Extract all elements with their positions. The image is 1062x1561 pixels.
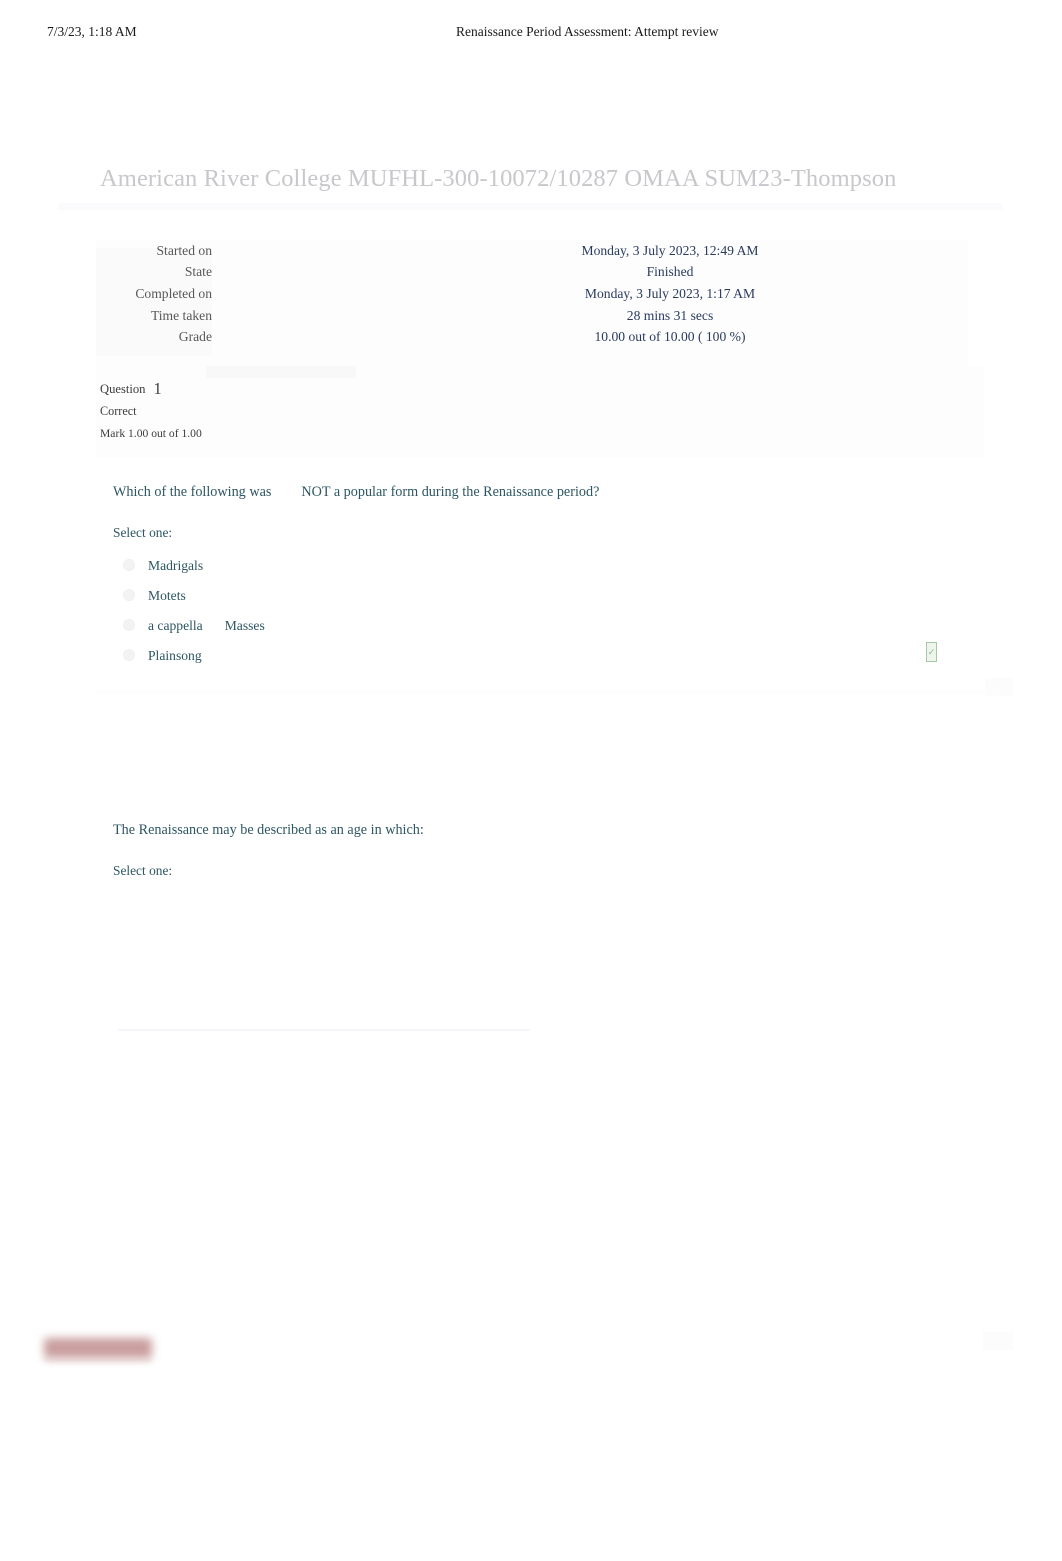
question-1-number-row: Question 1: [100, 379, 400, 398]
print-header: 7/3/23, 1:18 AM Renaissance Period Asses…: [0, 24, 1062, 42]
answer-option-plainsong[interactable]: Plainsong ✓: [113, 641, 973, 671]
answer-label: Madrigals: [148, 558, 204, 573]
summary-value-time-taken: 28 mins 31 secs: [626, 307, 714, 323]
question-1-bottom-divider: [96, 690, 996, 694]
question-1-text-part2: NOT a popular form during the Renaissanc…: [301, 484, 600, 500]
title-divider: [58, 203, 1002, 210]
radio-button-icon[interactable]: [123, 589, 135, 601]
redacted-footer-link[interactable]: [44, 1338, 152, 1358]
footer-faint-artifact: [983, 1332, 1013, 1350]
redacted-footer-link-underline: [44, 1359, 152, 1361]
answer-label: a cappella Masses: [148, 611, 265, 641]
summary-value-grade: 10.00 out of 10.00 ( 100 %): [594, 329, 746, 345]
summary-value-started-on: Monday, 3 July 2023, 12:49 AM: [581, 242, 759, 258]
question-1-content: Which of the following was NOT a popular …: [113, 483, 973, 671]
summary-value-completed-on: Monday, 3 July 2023, 1:17 AM: [584, 285, 756, 301]
question-1-state: Correct: [100, 404, 137, 418]
answer-label: Motets: [148, 588, 186, 603]
answer-option-madrigals[interactable]: Madrigals: [113, 551, 973, 581]
table-row: Time taken 28 mins 31 secs: [96, 305, 968, 327]
answer-label-part2: Masses: [224, 618, 265, 633]
question-1-text-part1: Which of the following was: [113, 484, 272, 500]
answer-label-part1: a cappella: [148, 618, 203, 633]
radio-button-icon[interactable]: [123, 619, 135, 631]
question-2-content: The Renaissance may be described as an a…: [113, 821, 973, 879]
summary-value-state: Finished: [646, 264, 694, 280]
question-1-mark: Mark 1.00 out of 1.00: [100, 427, 202, 440]
answer-label: Plainsong: [148, 648, 202, 663]
table-row: Started on Monday, 3 July 2023, 12:49 AM: [96, 240, 968, 262]
question-number: 1: [153, 379, 162, 398]
question-2-text: The Renaissance may be described as an a…: [113, 822, 424, 838]
attempt-summary-table: Started on Monday, 3 July 2023, 12:49 AM…: [96, 240, 968, 348]
question-2-select-one-label: Select one:: [113, 863, 173, 878]
correct-check-icon: ✓: [926, 642, 937, 662]
summary-key-grade: Grade: [178, 329, 212, 345]
question-1-select-one-label: Select one:: [113, 525, 173, 540]
question-1-meta: Question 1 Correct Mark 1.00 out of 1.00: [100, 379, 400, 440]
radio-button-icon[interactable]: [123, 559, 135, 571]
question-label: Question: [100, 382, 146, 396]
table-row: Grade 10.00 out of 10.00 ( 100 %): [96, 326, 968, 348]
answer-option-motets[interactable]: Motets: [113, 581, 973, 611]
summary-key-started-on: Started on: [156, 242, 213, 258]
question-block-shade: [206, 366, 356, 378]
table-row: Completed on Monday, 3 July 2023, 1:17 A…: [96, 283, 968, 305]
radio-button-icon[interactable]: [123, 649, 135, 661]
page-title: American River College MUFHL-300-10072/1…: [100, 165, 897, 192]
summary-key-time-taken: Time taken: [150, 307, 212, 323]
attempt-summary-panel: Started on Monday, 3 July 2023, 12:49 AM…: [96, 240, 968, 368]
summary-key-completed-on: Completed on: [135, 285, 212, 301]
question-1-answer-list: Madrigals Motets a cappella Masses Plains…: [113, 551, 973, 671]
summary-key-state: State: [184, 264, 212, 280]
question-1-info-block: Question 1 Correct Mark 1.00 out of 1.00: [96, 366, 984, 458]
page-faint-divider: [118, 1029, 530, 1031]
answer-option-a-cappella-masses[interactable]: a cappella Masses: [113, 611, 973, 641]
print-header-date: 7/3/23, 1:18 AM: [47, 24, 137, 39]
question-1-text: Which of the following was NOT a popular …: [113, 483, 973, 501]
print-header-title: Renaissance Period Assessment: Attempt r…: [456, 24, 719, 39]
table-row: State Finished: [96, 262, 968, 284]
